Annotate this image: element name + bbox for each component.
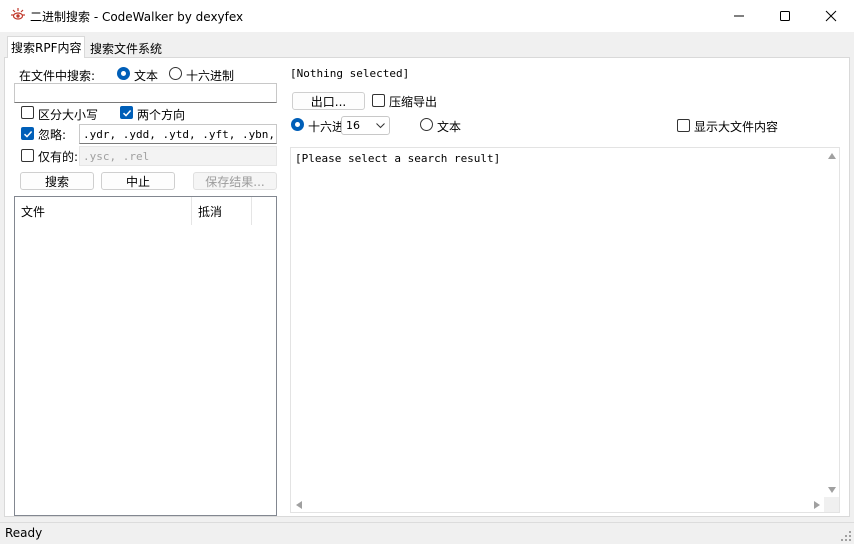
title-bar: 二进制搜索 - CodeWalker by dexyfex [0, 0, 854, 32]
triangle-down-icon [827, 486, 836, 493]
compress-export-label: 压缩导出 [389, 95, 438, 109]
window-title: 二进制搜索 - CodeWalker by dexyfex [30, 10, 244, 24]
view-text-radio[interactable] [420, 118, 433, 131]
search-button[interactable]: 搜索 [20, 172, 94, 190]
triangle-right-icon [813, 500, 820, 509]
results-list-header: 文件 抵消 [15, 197, 276, 225]
hex-width-select[interactable]: 16 [341, 116, 390, 135]
column-header-offset[interactable]: 抵消 [192, 197, 252, 225]
scroll-left-arrow[interactable] [291, 497, 306, 512]
triangle-left-icon [295, 500, 302, 509]
content-viewer[interactable]: [Please select a search result] [290, 147, 840, 513]
minimize-icon [734, 15, 744, 17]
search-in-file-label: 在文件中搜索: [19, 69, 96, 83]
tab-label: 搜索RPF内容 [11, 41, 82, 55]
close-button[interactable] [808, 0, 854, 32]
chevron-down-icon [376, 123, 385, 129]
resize-grip-icon[interactable] [840, 530, 852, 542]
checkmark-icon [23, 130, 32, 138]
hex-width-value: 16 [346, 119, 360, 132]
save-results-button[interactable]: 保存结果... [193, 172, 277, 190]
view-hex-label: 十六进 [308, 120, 345, 134]
stop-button[interactable]: 中止 [101, 172, 175, 190]
text-mode-label: 文本 [134, 69, 159, 83]
status-bar: Ready [0, 522, 854, 544]
view-text-label: 文本 [437, 120, 462, 134]
scroll-corner [824, 497, 839, 512]
scroll-right-arrow[interactable] [809, 497, 824, 512]
show-large-files-label: 显示大文件内容 [694, 120, 779, 134]
both-directions-checkbox[interactable] [120, 106, 133, 119]
case-sensitive-checkbox[interactable] [21, 106, 34, 119]
case-sensitive-label: 区分大小写 [38, 108, 99, 122]
show-large-files-checkbox[interactable] [677, 119, 690, 132]
view-hex-radio[interactable] [291, 118, 304, 131]
ignore-label: 忽略: [38, 128, 67, 142]
scroll-down-arrow[interactable] [824, 482, 839, 497]
ignore-extensions-input[interactable]: .ydr, .ydd, .ytd, .yft, .ybn, .ycd, .awc… [79, 124, 277, 144]
both-directions-label: 两个方向 [137, 108, 186, 122]
triangle-up-icon [827, 152, 836, 159]
column-header-file[interactable]: 文件 [15, 197, 192, 225]
selection-label: [Nothing selected] [290, 67, 410, 80]
minimize-button[interactable] [716, 0, 762, 32]
maximize-icon [780, 11, 790, 21]
tab-search-rpf[interactable]: 搜索RPF内容 [7, 36, 86, 58]
compress-export-checkbox[interactable] [372, 94, 385, 107]
checkmark-icon [122, 109, 131, 117]
horizontal-scrollbar[interactable] [291, 497, 824, 512]
content-text: [Please select a search result] [295, 152, 501, 165]
vertical-scrollbar[interactable] [824, 148, 839, 497]
maximize-button[interactable] [762, 0, 808, 32]
hex-mode-radio[interactable] [169, 67, 182, 80]
close-icon [825, 10, 837, 22]
search-query-input[interactable] [14, 83, 277, 103]
export-button[interactable]: 出口... [292, 92, 365, 110]
status-text: Ready [5, 526, 43, 540]
only-checkbox[interactable] [21, 149, 34, 162]
only-label: 仅有的: [38, 150, 79, 164]
ignore-checkbox[interactable] [21, 127, 34, 140]
tab-search-filesystem[interactable]: 搜索文件系统 [87, 39, 165, 58]
results-list[interactable]: 文件 抵消 [14, 196, 277, 516]
tab-label: 搜索文件系统 [90, 42, 163, 56]
scroll-up-arrow[interactable] [824, 148, 839, 163]
hex-mode-label: 十六进制 [186, 69, 235, 83]
app-eye-icon [11, 8, 25, 20]
only-extensions-input[interactable]: .ysc, .rel [79, 146, 277, 166]
text-mode-radio[interactable] [117, 67, 130, 80]
